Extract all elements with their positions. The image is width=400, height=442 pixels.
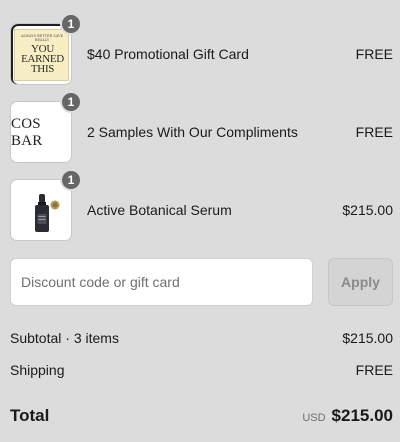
cos-bar-logo: COS BAR (10, 101, 72, 163)
shipping-row: Shipping FREE (10, 362, 393, 378)
subtotal-row: Subtotal · 3 items $215.00 (10, 330, 393, 346)
currency-code: USD (302, 412, 326, 424)
subtotal-value: $215.00 (342, 330, 393, 346)
subtotal-label: Subtotal · 3 items (10, 330, 119, 346)
gift-card-icon: ALWAYS BETTER SAVE REALLY YOU EARNED THI… (10, 23, 72, 85)
line-item-samples: COS BAR 1 2 Samples With Our Compliments… (10, 91, 393, 163)
line-item-gift-card: ALWAYS BETTER SAVE REALLY YOU EARNED THI… (10, 13, 393, 85)
item-price: FREE (355, 46, 393, 62)
item-name: Active Botanical Serum (87, 202, 232, 218)
total-value: $215.00 (331, 406, 393, 425)
discount-code-input[interactable] (10, 258, 313, 306)
quantity-badge: 1 (60, 91, 82, 113)
total-label: Total (10, 406, 50, 425)
item-name: 2 Samples With Our Compliments (87, 124, 298, 140)
line-item-serum: 1 Active Botanical Serum $215.00 (10, 169, 393, 241)
serum-bottle-icon (10, 179, 72, 241)
gift-card-thumbnail: ALWAYS BETTER SAVE REALLY YOU EARNED THI… (10, 13, 82, 85)
item-price: $215.00 (342, 202, 393, 218)
item-price: FREE (355, 124, 393, 140)
item-name: $40 Promotional Gift Card (87, 46, 249, 62)
shipping-label: Shipping (10, 362, 65, 378)
cos-bar-logo-text: COS BAR (11, 116, 43, 149)
quantity-badge: 1 (60, 169, 82, 191)
quantity-badge: 1 (60, 13, 82, 35)
samples-thumbnail: COS BAR 1 (10, 91, 82, 163)
total-row: Total USD $215.00 (10, 406, 393, 426)
serum-thumbnail: 1 (10, 169, 82, 241)
apply-discount-button[interactable]: Apply (328, 258, 393, 306)
shipping-value: FREE (355, 362, 393, 378)
